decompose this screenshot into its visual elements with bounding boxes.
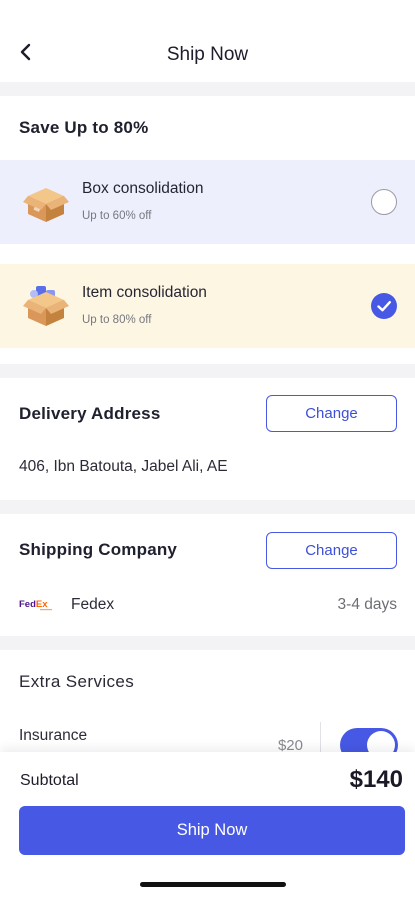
option-discount: Up to 80% off: [82, 314, 152, 326]
home-indicator: [140, 882, 286, 887]
top-bar: Ship Now: [0, 0, 415, 82]
consolidation-card: Save Up to 80% Box consolidation Up to 6…: [0, 96, 415, 364]
option-item-consolidation[interactable]: Item consolidation Up to 80% off: [0, 264, 415, 348]
divider: [320, 722, 321, 756]
radio-unselected[interactable]: [371, 189, 397, 215]
insurance-label: Insurance: [19, 727, 88, 744]
checkmark-selected-icon[interactable]: [371, 293, 397, 319]
svg-text:FedEx: FedEx: [19, 599, 48, 610]
delivery-address-card: Delivery Address Change: [0, 378, 415, 500]
option-discount: Up to 60% off: [82, 210, 152, 222]
delivery-address: 406, Ibn Batouta, Jabel Ali, AE: [19, 458, 228, 475]
consolidation-title: Save Up to 80%: [19, 118, 149, 137]
subtotal-value: $140: [349, 766, 403, 793]
checkout-footer: Subtotal $140 Ship Now: [0, 752, 415, 900]
change-carrier-button[interactable]: Change: [266, 532, 397, 569]
shipping-company-card: Shipping Company Change: [0, 514, 415, 636]
option-box-consolidation[interactable]: Box consolidation Up to 60% off: [0, 160, 415, 244]
option-name: Item consolidation: [82, 284, 207, 301]
delivery-duration: 3-4 days: [337, 596, 397, 613]
fedex-logo-icon: FedEx: [19, 597, 55, 613]
shipping-company-title: Shipping Company: [19, 540, 178, 559]
ship-now-button[interactable]: Ship Now: [19, 806, 405, 855]
option-name: Box consolidation: [82, 180, 204, 197]
extra-services-title: Extra Services: [19, 672, 135, 691]
box-with-items-icon: [22, 282, 70, 330]
box-icon: [22, 178, 70, 226]
carrier-name: Fedex: [71, 596, 115, 613]
delivery-address-title: Delivery Address: [19, 404, 161, 423]
change-address-button[interactable]: Change: [266, 395, 397, 432]
page-title: Ship Now: [166, 44, 249, 65]
subtotal-label: Subtotal: [20, 772, 79, 789]
